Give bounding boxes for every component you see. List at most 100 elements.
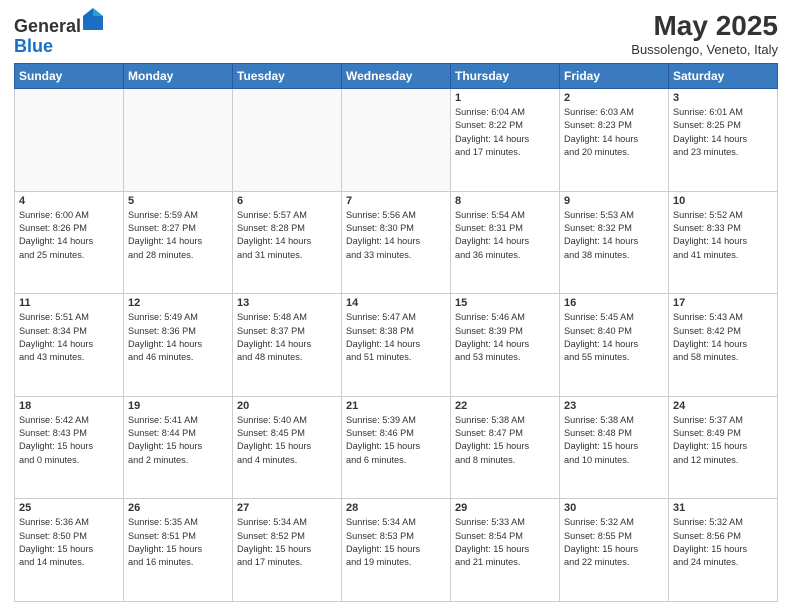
cell-1-0: 4 Sunrise: 6:00 AM Sunset: 8:26 PM Daylig… (15, 191, 124, 294)
day-number-16: 16 (564, 297, 664, 309)
cell-4-6: 31Sunrise: 5:32 AM Sunset: 8:56 PM Dayli… (669, 499, 778, 602)
cell-3-6: 24 Sunrise: 5:37 AM Sunset: 8:49 PM Dayli… (669, 396, 778, 499)
cell-3-4: 22Sunrise: 5:38 AM Sunset: 8:47 PM Dayli… (451, 396, 560, 499)
day-info-16: Sunrise: 5:45 AM Sunset: 8:40 PM Dayligh… (564, 311, 664, 364)
day-number-29: 29 (455, 502, 555, 514)
cell-3-1: 19 Sunrise: 5:41 AM Sunset: 8:44 PM Dayli… (124, 396, 233, 499)
cell-1-1: 5Sunrise: 5:59 AM Sunset: 8:27 PM Daylig… (124, 191, 233, 294)
cell-2-5: 16 Sunrise: 5:45 AM Sunset: 8:40 PM Dayli… (560, 294, 669, 397)
day-info-30: Sunrise: 5:32 AM Sunset: 8:55 PM Dayligh… (564, 516, 664, 569)
cell-4-2: 27 Sunrise: 5:34 AM Sunset: 8:52 PM Dayli… (233, 499, 342, 602)
day-info-7: Sunrise: 5:56 AM Sunset: 8:30 PM Dayligh… (346, 209, 446, 262)
header-wednesday: Wednesday (342, 64, 451, 89)
day-number-5: 5 (128, 195, 228, 207)
header-sunday: Sunday (15, 64, 124, 89)
cell-1-3: 7 Sunrise: 5:56 AM Sunset: 8:30 PM Daylig… (342, 191, 451, 294)
day-number-14: 14 (346, 297, 446, 309)
cell-4-1: 26 Sunrise: 5:35 AM Sunset: 8:51 PM Dayli… (124, 499, 233, 602)
day-info-4: Sunrise: 6:00 AM Sunset: 8:26 PM Dayligh… (19, 209, 119, 262)
day-number-25: 25 (19, 502, 119, 514)
day-info-25: Sunrise: 5:36 AM Sunset: 8:50 PM Dayligh… (19, 516, 119, 569)
day-info-2: Sunrise: 6:03 AM Sunset: 8:23 PM Dayligh… (564, 106, 664, 159)
cell-2-0: 11 Sunrise: 5:51 AM Sunset: 8:34 PM Dayli… (15, 294, 124, 397)
day-number-22: 22 (455, 400, 555, 412)
cell-3-5: 23Sunrise: 5:38 AM Sunset: 8:48 PM Dayli… (560, 396, 669, 499)
day-info-9: Sunrise: 5:53 AM Sunset: 8:32 PM Dayligh… (564, 209, 664, 262)
day-info-26: Sunrise: 5:35 AM Sunset: 8:51 PM Dayligh… (128, 516, 228, 569)
cell-3-3: 21 Sunrise: 5:39 AM Sunset: 8:46 PM Dayli… (342, 396, 451, 499)
day-info-21: Sunrise: 5:39 AM Sunset: 8:46 PM Dayligh… (346, 414, 446, 467)
cell-4-4: 29 Sunrise: 5:33 AM Sunset: 8:54 PM Dayli… (451, 499, 560, 602)
day-info-12: Sunrise: 5:49 AM Sunset: 8:36 PM Dayligh… (128, 311, 228, 364)
header-saturday: Saturday (669, 64, 778, 89)
page: General Blue May 2025 Bussolengo, Veneto… (0, 0, 792, 612)
cell-0-3 (342, 89, 451, 192)
cell-0-0 (15, 89, 124, 192)
day-number-11: 11 (19, 297, 119, 309)
cell-0-5: 2 Sunrise: 6:03 AM Sunset: 8:23 PM Daylig… (560, 89, 669, 192)
day-number-28: 28 (346, 502, 446, 514)
cell-1-6: 10 Sunrise: 5:52 AM Sunset: 8:33 PM Dayli… (669, 191, 778, 294)
day-info-17: Sunrise: 5:43 AM Sunset: 8:42 PM Dayligh… (673, 311, 773, 364)
header-thursday: Thursday (451, 64, 560, 89)
day-number-6: 6 (237, 195, 337, 207)
day-info-1: Sunrise: 6:04 AM Sunset: 8:22 PM Dayligh… (455, 106, 555, 159)
day-number-1: 1 (455, 92, 555, 104)
day-number-13: 13 (237, 297, 337, 309)
day-number-10: 10 (673, 195, 773, 207)
day-info-18: Sunrise: 5:42 AM Sunset: 8:43 PM Dayligh… (19, 414, 119, 467)
day-info-6: Sunrise: 5:57 AM Sunset: 8:28 PM Dayligh… (237, 209, 337, 262)
day-info-28: Sunrise: 5:34 AM Sunset: 8:53 PM Dayligh… (346, 516, 446, 569)
day-number-2: 2 (564, 92, 664, 104)
cell-4-3: 28 Sunrise: 5:34 AM Sunset: 8:53 PM Dayli… (342, 499, 451, 602)
cell-0-4: 1 Sunrise: 6:04 AM Sunset: 8:22 PM Daylig… (451, 89, 560, 192)
title-block: May 2025 Bussolengo, Veneto, Italy (631, 10, 778, 57)
day-number-19: 19 (128, 400, 228, 412)
day-number-30: 30 (564, 502, 664, 514)
week-row-1: 4 Sunrise: 6:00 AM Sunset: 8:26 PM Daylig… (15, 191, 778, 294)
day-info-10: Sunrise: 5:52 AM Sunset: 8:33 PM Dayligh… (673, 209, 773, 262)
day-number-3: 3 (673, 92, 773, 104)
day-number-31: 31 (673, 502, 773, 514)
location: Bussolengo, Veneto, Italy (631, 42, 778, 57)
week-row-2: 11 Sunrise: 5:51 AM Sunset: 8:34 PM Dayli… (15, 294, 778, 397)
day-number-27: 27 (237, 502, 337, 514)
header-friday: Friday (560, 64, 669, 89)
cell-2-2: 13Sunrise: 5:48 AM Sunset: 8:37 PM Dayli… (233, 294, 342, 397)
calendar-table: Sunday Monday Tuesday Wednesday Thursday… (14, 63, 778, 602)
day-info-27: Sunrise: 5:34 AM Sunset: 8:52 PM Dayligh… (237, 516, 337, 569)
cell-0-2 (233, 89, 342, 192)
logo: General Blue (14, 10, 103, 57)
day-number-26: 26 (128, 502, 228, 514)
cell-1-4: 8Sunrise: 5:54 AM Sunset: 8:31 PM Daylig… (451, 191, 560, 294)
day-info-11: Sunrise: 5:51 AM Sunset: 8:34 PM Dayligh… (19, 311, 119, 364)
day-info-15: Sunrise: 5:46 AM Sunset: 8:39 PM Dayligh… (455, 311, 555, 364)
day-number-4: 4 (19, 195, 119, 207)
cell-4-5: 30 Sunrise: 5:32 AM Sunset: 8:55 PM Dayli… (560, 499, 669, 602)
month-title: May 2025 (631, 10, 778, 42)
cell-2-3: 14 Sunrise: 5:47 AM Sunset: 8:38 PM Dayli… (342, 294, 451, 397)
day-info-14: Sunrise: 5:47 AM Sunset: 8:38 PM Dayligh… (346, 311, 446, 364)
day-number-18: 18 (19, 400, 119, 412)
day-info-24: Sunrise: 5:37 AM Sunset: 8:49 PM Dayligh… (673, 414, 773, 467)
week-row-0: 1 Sunrise: 6:04 AM Sunset: 8:22 PM Daylig… (15, 89, 778, 192)
day-number-7: 7 (346, 195, 446, 207)
cell-1-2: 6 Sunrise: 5:57 AM Sunset: 8:28 PM Daylig… (233, 191, 342, 294)
cell-2-1: 12 Sunrise: 5:49 AM Sunset: 8:36 PM Dayli… (124, 294, 233, 397)
day-info-29: Sunrise: 5:33 AM Sunset: 8:54 PM Dayligh… (455, 516, 555, 569)
day-number-15: 15 (455, 297, 555, 309)
logo-general: General (14, 16, 81, 36)
day-number-12: 12 (128, 297, 228, 309)
day-info-19: Sunrise: 5:41 AM Sunset: 8:44 PM Dayligh… (128, 414, 228, 467)
cell-3-0: 18 Sunrise: 5:42 AM Sunset: 8:43 PM Dayli… (15, 396, 124, 499)
week-row-4: 25 Sunrise: 5:36 AM Sunset: 8:50 PM Dayli… (15, 499, 778, 602)
cell-4-0: 25 Sunrise: 5:36 AM Sunset: 8:50 PM Dayli… (15, 499, 124, 602)
cell-2-4: 15 Sunrise: 5:46 AM Sunset: 8:39 PM Dayli… (451, 294, 560, 397)
day-number-21: 21 (346, 400, 446, 412)
logo-blue: Blue (14, 36, 53, 56)
day-number-24: 24 (673, 400, 773, 412)
day-number-17: 17 (673, 297, 773, 309)
header: General Blue May 2025 Bussolengo, Veneto… (14, 10, 778, 57)
cell-0-1 (124, 89, 233, 192)
cell-1-5: 9Sunrise: 5:53 AM Sunset: 8:32 PM Daylig… (560, 191, 669, 294)
